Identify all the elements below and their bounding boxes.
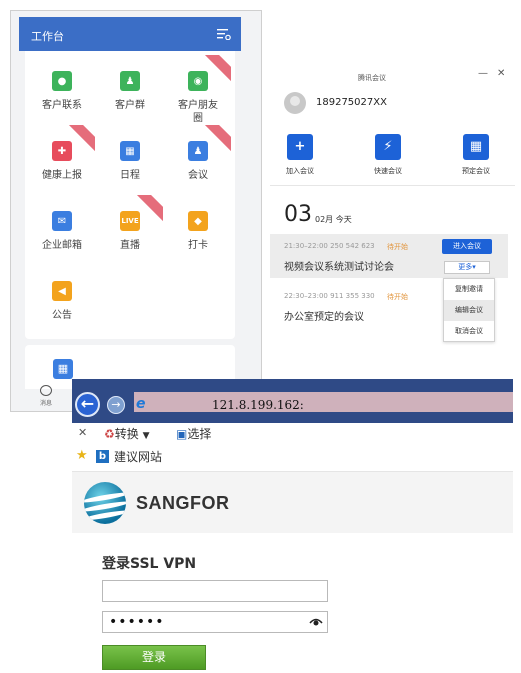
dropdown-arrow-icon: ▼ — [142, 431, 150, 441]
meeting-time: 22:30–23:00 911 355 330 — [284, 292, 375, 300]
app-enterprise-mail[interactable]: ✉ 企业邮箱 — [29, 195, 95, 265]
camera-icon: ◉ — [188, 71, 208, 91]
app-announcement[interactable]: ◀ 公告 — [29, 265, 95, 335]
workbench-title: 工作台 — [31, 30, 64, 43]
app-check-in[interactable]: ◆ 打卡 — [165, 195, 231, 265]
lightning-icon: ⚡ — [375, 134, 401, 160]
app-label: 客户联系 — [42, 100, 82, 111]
more-dropdown-menu: 复制邀请 编辑会议 取消会议 — [443, 278, 495, 342]
settings-menu-icon[interactable] — [217, 28, 231, 40]
select-label: 选择 — [187, 427, 212, 441]
chat-icon: ● — [52, 71, 72, 91]
bing-icon: b — [96, 450, 109, 463]
login-title: 登录SSL VPN — [102, 556, 197, 572]
show-password-eye-icon[interactable] — [309, 616, 323, 628]
location-icon: ◆ — [188, 211, 208, 231]
sangfor-logo-icon — [84, 482, 126, 524]
favorites-bar: ★ b 建议网站 — [72, 445, 513, 469]
meeting-icon: ♟ — [188, 141, 208, 161]
meeting-status: 待开始 — [387, 243, 408, 251]
app-label: 公告 — [52, 310, 72, 321]
app-label: 日程 — [120, 170, 140, 181]
suggested-sites-link[interactable]: 建议网站 — [114, 448, 162, 465]
user-id: 189275027XX — [316, 97, 387, 108]
join-meeting-button[interactable]: + 加入会议 — [270, 134, 330, 176]
meeting-status: 待开始 — [387, 293, 408, 301]
menu-item-cancel-meeting[interactable]: 取消会议 — [444, 321, 494, 342]
app-label: 企业邮箱 — [42, 240, 82, 251]
divider — [270, 185, 515, 186]
avatar[interactable] — [284, 92, 306, 114]
meeting-title: 视频会议系统测试讨论会 — [284, 262, 394, 273]
app-label: 客户朋友 圈 — [178, 100, 218, 124]
app-label: 会议 — [188, 170, 208, 181]
close-toolbar-icon[interactable]: ✕ — [78, 426, 87, 439]
select-icon: ▣ — [176, 427, 188, 441]
app-health-report[interactable]: ✚ 健康上报 — [29, 125, 95, 195]
action-label: 加入会议 — [286, 167, 314, 175]
schedule-meeting-button[interactable]: ▦ 预定会议 — [446, 134, 506, 176]
app-customer-moments[interactable]: ◉ 客户朋友 圈 — [165, 55, 231, 125]
convert-icon: ♻ — [104, 427, 115, 441]
health-icon: ✚ — [52, 141, 72, 161]
announcement-icon: ◀ — [52, 281, 72, 301]
address-url[interactable]: 121.8.199.162: — [212, 398, 304, 412]
app-label: 直播 — [120, 240, 140, 251]
tab-messages[interactable]: 消息 — [35, 385, 57, 407]
ie-browser-window: ← → e 121.8.199.162: ✕ ♻转换 ▼ ▣选择 ★ b 建议网… — [72, 379, 513, 673]
username-field[interactable] — [102, 580, 328, 602]
message-bubble-icon — [40, 385, 52, 396]
menu-item-copy-invite[interactable]: 复制邀请 — [444, 279, 494, 300]
add-app-icon[interactable]: ▦ — [53, 359, 73, 379]
more-dropdown-button[interactable]: 更多▾ — [444, 261, 490, 274]
plus-icon: + — [287, 134, 313, 160]
meeting-app-title: 腾讯会议 — [358, 74, 386, 82]
login-button[interactable]: 登录 — [102, 645, 206, 670]
select-button[interactable]: ▣选择 — [176, 425, 211, 442]
calendar-icon: ▦ — [120, 141, 140, 161]
people-icon: ♟ — [120, 71, 140, 91]
ie-logo-icon: e — [136, 396, 146, 412]
close-icon[interactable]: ✕ — [497, 68, 505, 79]
convert-button[interactable]: ♻转换 ▼ — [104, 425, 150, 442]
brand-name: SANGFOR — [136, 493, 230, 513]
wecom-workbench-panel: 工作台 ● 客户联系 ♟ 客户群 ◉ 客户朋友 圈 ✚ 健康上报 ▦ 日程 ♟ … — [10, 10, 262, 412]
address-bar[interactable] — [134, 392, 513, 412]
mail-icon: ✉ — [52, 211, 72, 231]
app-live[interactable]: LIVE 直播 — [97, 195, 163, 265]
live-icon: LIVE — [120, 211, 140, 231]
forward-arrow-icon[interactable]: → — [107, 396, 125, 414]
enter-meeting-button[interactable]: 进入会议 — [442, 239, 492, 254]
action-label: 快速会议 — [374, 167, 402, 175]
app-meeting[interactable]: ♟ 会议 — [165, 125, 231, 195]
favorites-star-icon[interactable]: ★ — [76, 448, 88, 463]
password-field[interactable]: •••••• — [102, 611, 328, 633]
calendar-icon: ▦ — [463, 134, 489, 160]
sangfor-header: SANGFOR — [72, 471, 513, 533]
app-label: 客户群 — [115, 100, 145, 111]
action-label: 预定会议 — [462, 167, 490, 175]
app-grid: ● 客户联系 ♟ 客户群 ◉ 客户朋友 圈 ✚ 健康上报 ▦ 日程 ♟ 会议 ✉ — [25, 51, 235, 339]
app-label: 打卡 — [188, 240, 208, 251]
app-label: 健康上报 — [42, 170, 82, 181]
date-month-today: 02月 今天 — [315, 215, 352, 224]
password-mask: •••••• — [109, 614, 165, 630]
meeting-time: 21:30–22:00 250 542 623 — [284, 242, 375, 250]
back-arrow-icon[interactable]: ← — [75, 392, 100, 417]
quick-meeting-button[interactable]: ⚡ 快速会议 — [358, 134, 418, 176]
app-schedule[interactable]: ▦ 日程 — [97, 125, 163, 195]
workbench-header: 工作台 — [19, 17, 241, 51]
convert-label: 转换 — [114, 427, 139, 441]
app-customer-contact[interactable]: ● 客户联系 — [29, 55, 95, 125]
tab-messages-label: 消息 — [39, 400, 52, 407]
tencent-meeting-panel: 腾讯会议 — ✕ 189275027XX + 加入会议 ⚡ 快速会议 ▦ 预定会… — [270, 62, 515, 347]
app-customer-group[interactable]: ♟ 客户群 — [97, 55, 163, 125]
date-day: 03 — [284, 202, 312, 227]
minimize-icon[interactable]: — — [478, 68, 488, 79]
menu-item-edit-meeting[interactable]: 编辑会议 — [444, 300, 494, 321]
meeting-title: 办公室预定的会议 — [284, 312, 364, 323]
command-bar: ✕ ♻转换 ▼ ▣选择 — [72, 423, 513, 445]
